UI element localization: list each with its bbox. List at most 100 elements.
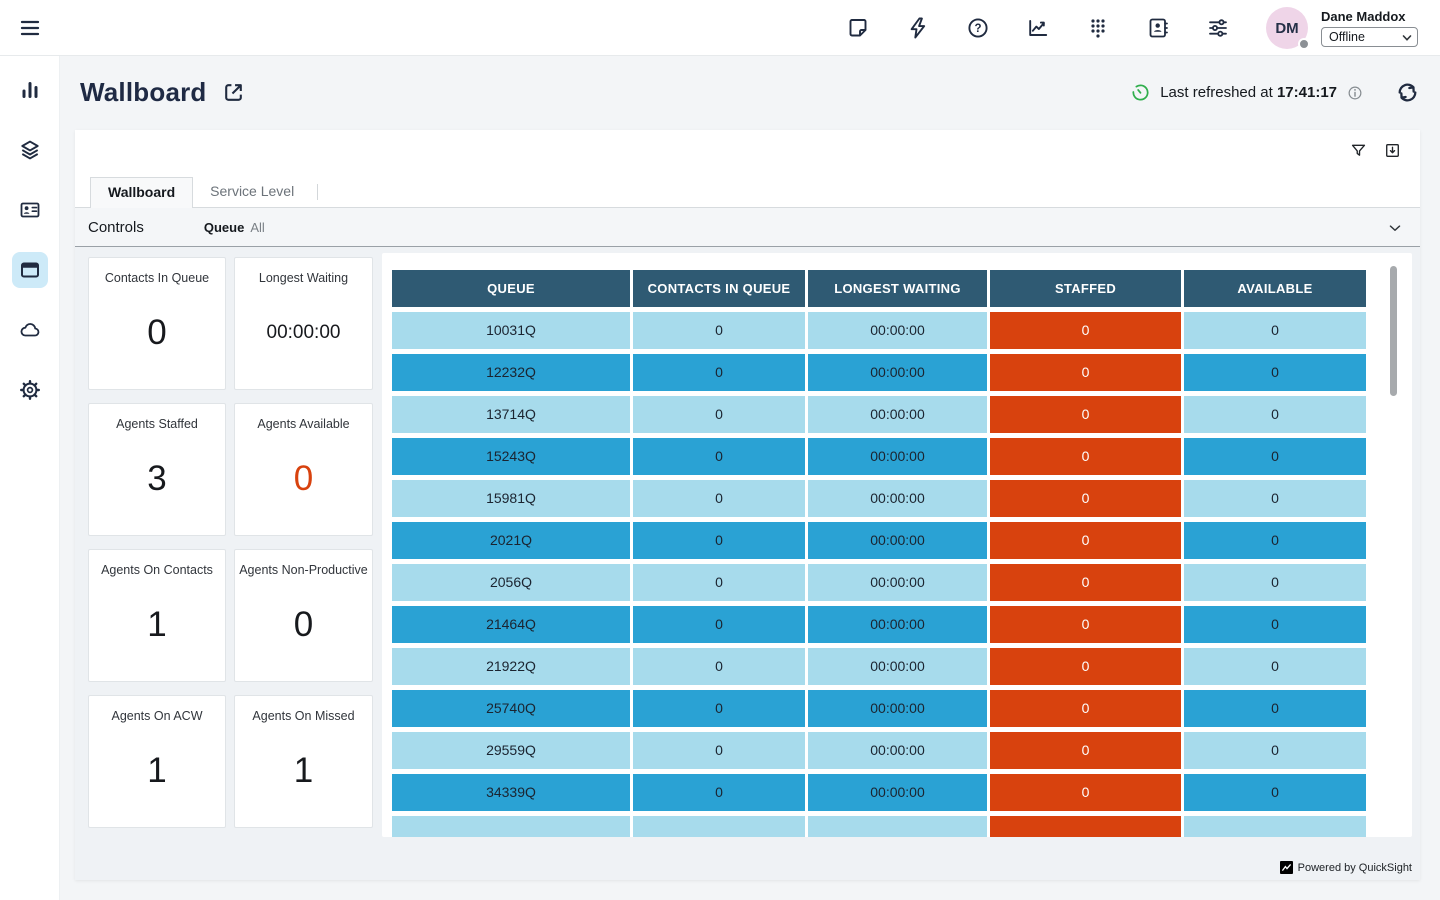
sidebar-item-contacts[interactable] <box>12 192 48 228</box>
tab-wallboard[interactable]: Wallboard <box>90 177 193 208</box>
cell-available: 0 <box>1184 606 1366 644</box>
queue-filter-control[interactable]: QueueAll <box>204 220 265 235</box>
tab-bar: Wallboard Service Level <box>75 178 1420 208</box>
external-link-icon[interactable] <box>221 80 246 105</box>
main-area: Wallboard Last refreshed at 17:41:17 <box>60 56 1440 900</box>
dialpad-icon[interactable] <box>1086 16 1110 40</box>
cell-available: 0 <box>1184 522 1366 560</box>
sidebar-item-wallboard[interactable] <box>12 252 48 288</box>
kpi-card: Agents On Contacts 1 <box>88 549 226 682</box>
cell-staffed: 0 <box>990 312 1181 350</box>
sidebar-item-settings[interactable] <box>12 372 48 408</box>
column-header-available: AVAILABLE <box>1184 270 1366 307</box>
kpi-label: Agents On ACW <box>111 709 202 723</box>
cell-available: 0 <box>1184 690 1366 728</box>
kpi-card: Agents On Missed 1 <box>234 695 373 828</box>
info-icon[interactable] <box>1346 84 1364 102</box>
cell-staffed: 0 <box>990 606 1181 644</box>
cell-queue: 15981Q <box>392 480 630 518</box>
cell-queue: 10031Q <box>392 312 630 350</box>
controls-collapse-chevron-icon[interactable] <box>1386 219 1404 237</box>
cell-contacts-in-queue: 0 <box>633 522 805 560</box>
cell-available: 0 <box>1184 312 1366 350</box>
kpi-card: Agents On ACW 1 <box>88 695 226 828</box>
cell-contacts-in-queue: 0 <box>633 648 805 686</box>
topbar-actions: ? <box>846 0 1418 56</box>
cell-contacts-in-queue: 0 <box>633 690 805 728</box>
export-download-icon[interactable] <box>1383 141 1402 160</box>
gear-icon <box>18 378 42 402</box>
metrics-icon[interactable] <box>1026 16 1050 40</box>
directory-icon[interactable] <box>1146 16 1170 40</box>
cell-longest-waiting: 00:00:00 <box>808 480 987 518</box>
table-row: 21464Q 0 00:00:00 0 0 <box>392 606 1366 644</box>
cell-longest-waiting: 00:00:00 <box>808 648 987 686</box>
refresh-icon[interactable] <box>1395 80 1420 105</box>
kpi-label: Agents On Contacts <box>101 563 213 577</box>
cell-longest-waiting: 00:00:00 <box>808 312 987 350</box>
cell-available: 0 <box>1184 648 1366 686</box>
cell-contacts-in-queue: 0 <box>633 396 805 434</box>
hamburger-menu-icon[interactable] <box>17 15 43 41</box>
wallboard-window-icon <box>18 258 42 282</box>
cell-longest-waiting: 00:00:00 <box>808 522 987 560</box>
table-row: 2056Q 0 00:00:00 0 0 <box>392 564 1366 602</box>
sidebar-item-queues[interactable] <box>12 132 48 168</box>
cloud-icon <box>18 318 42 342</box>
cell-queue: 29559Q <box>392 732 630 770</box>
notes-icon[interactable] <box>846 16 870 40</box>
kpi-value: 1 <box>294 723 313 827</box>
last-refreshed-time: 17:41:17 <box>1277 84 1337 101</box>
help-icon[interactable]: ? <box>966 16 990 40</box>
table-scrollbar[interactable] <box>1390 266 1397 396</box>
cell-queue: 15243Q <box>392 438 630 476</box>
agent-status-value: Offline <box>1329 30 1365 44</box>
table-body: 10031Q 0 00:00:00 0 0 12232Q 0 00:00:00 … <box>392 312 1366 838</box>
cell-queue: 2021Q <box>392 522 630 560</box>
table-row: 2021Q 0 00:00:00 0 0 <box>392 522 1366 560</box>
cell-staffed: 0 <box>990 648 1181 686</box>
controls-bar: Controls QueueAll <box>75 208 1420 247</box>
quicksight-attribution: Powered by QuickSight <box>1280 861 1412 874</box>
cell-staffed <box>990 816 1181 838</box>
table-row: 13714Q 0 00:00:00 0 0 <box>392 396 1366 434</box>
cell-staffed: 0 <box>990 354 1181 392</box>
cell-staffed: 0 <box>990 690 1181 728</box>
kpi-label: Agents Non-Productive <box>239 563 368 577</box>
cell-queue: 21922Q <box>392 648 630 686</box>
agent-status-select[interactable]: Offline <box>1321 27 1418 47</box>
layers-icon <box>18 138 42 162</box>
kpi-value: 00:00:00 <box>267 285 341 389</box>
tab-separator <box>317 184 318 200</box>
queue-table: QUEUE CONTACTS IN QUEUE LONGEST WAITING … <box>392 270 1366 837</box>
sidebar-item-metrics[interactable] <box>12 72 48 108</box>
cell-queue: 34339Q <box>392 774 630 812</box>
last-refreshed-text: Last refreshed at 17:41:17 <box>1160 84 1337 101</box>
avatar[interactable]: DM <box>1266 7 1308 49</box>
quick-actions-icon[interactable] <box>906 16 930 40</box>
bar-chart-icon <box>18 78 42 102</box>
settings-sliders-icon[interactable] <box>1206 16 1230 40</box>
cell-longest-waiting: 00:00:00 <box>808 690 987 728</box>
filter-icon[interactable] <box>1349 141 1368 160</box>
kpi-grid: Contacts In Queue 0 Longest Waiting 00:0… <box>88 257 373 828</box>
kpi-value: 0 <box>294 431 313 535</box>
id-card-icon <box>18 198 42 222</box>
sidebar-nav <box>0 56 60 900</box>
table-row: 12232Q 0 00:00:00 0 0 <box>392 354 1366 392</box>
cell-contacts-in-queue: 0 <box>633 438 805 476</box>
sidebar-item-cloud[interactable] <box>12 312 48 348</box>
cell-staffed: 0 <box>990 732 1181 770</box>
tab-service-level[interactable]: Service Level <box>193 177 311 207</box>
cell-contacts-in-queue: 0 <box>633 732 805 770</box>
cell-contacts-in-queue: 0 <box>633 480 805 518</box>
cell-available: 0 <box>1184 732 1366 770</box>
chevron-down-icon <box>1402 33 1412 43</box>
kpi-label: Longest Waiting <box>259 271 348 285</box>
column-header-queue: QUEUE <box>392 270 630 307</box>
cell-queue: 12232Q <box>392 354 630 392</box>
avatar-initials: DM <box>1275 20 1298 37</box>
kpi-label: Agents Available <box>257 417 349 431</box>
cell-available: 0 <box>1184 396 1366 434</box>
cell-queue <box>392 816 630 838</box>
